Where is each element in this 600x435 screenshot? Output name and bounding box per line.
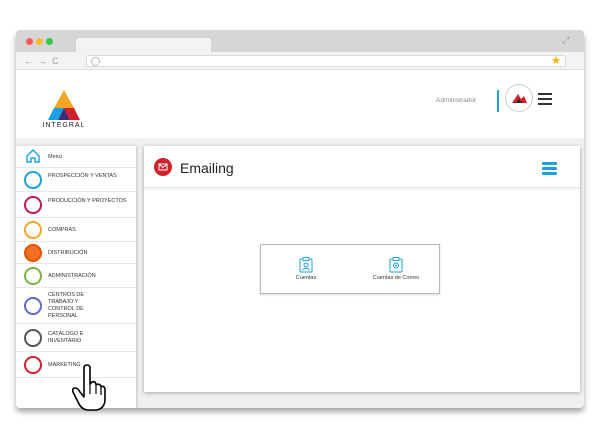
maximize-window-icon[interactable] <box>46 38 53 45</box>
production-icon <box>24 196 42 214</box>
mail-accounts-icon <box>389 257 403 273</box>
option-label: Cuentas de Correo <box>372 275 420 281</box>
prospecting-icon <box>24 171 42 189</box>
expand-icon[interactable]: ⤢ <box>562 35 572 45</box>
sidebar-item-label: CATÁLOGO E INVENTARIO <box>48 331 84 344</box>
home-icon <box>26 149 40 163</box>
forward-icon[interactable]: → <box>38 55 47 67</box>
mail-icon <box>154 158 172 176</box>
back-icon[interactable]: ← <box>24 55 33 67</box>
catalog-icon <box>24 329 42 347</box>
globe-icon <box>91 57 100 66</box>
star-icon[interactable]: ★ <box>551 55 561 67</box>
sidebar-item-distribucion[interactable]: DISTRIBUCIÓN <box>16 242 136 264</box>
marketing-icon <box>24 356 42 374</box>
reload-icon[interactable]: C <box>52 55 59 67</box>
sidebar-item-administracion[interactable]: ADMINISTRACIÓN <box>16 264 136 288</box>
main-header: Emailing <box>144 146 580 188</box>
sidebar-item-label: Menú <box>48 154 62 160</box>
sidebar-item-menu[interactable]: Menú <box>16 146 136 168</box>
header-menu-icon[interactable] <box>538 93 552 105</box>
browser-window: ⤢ ← → C ★ INTEGRAL Administrador Menú PR… <box>16 30 584 408</box>
sidebar-item-label: PROSPECCIÓN Y VENTAS <box>48 173 117 179</box>
app-header: INTEGRAL Administrador <box>16 70 584 138</box>
option-cuentas-correo[interactable]: Cuentas de Correo <box>356 257 436 281</box>
main-panel: Emailing Cuentas Cuentas de Correo <box>144 146 580 392</box>
sidebar-item-label: PRODUCCIÓN Y PROYECTOS <box>48 198 127 204</box>
sidebar-item-label: CENTROS DE TRABAJO Y CONTROL DE PERSONAL <box>48 292 85 319</box>
option-cuentas[interactable]: Cuentas <box>266 257 346 281</box>
distribution-icon <box>24 244 42 262</box>
close-window-icon[interactable] <box>26 38 33 45</box>
hand-pointer-icon <box>71 364 106 411</box>
sidebar-item-compras[interactable]: COMPRAS <box>16 218 136 242</box>
browser-titlebar: ⤢ <box>16 30 584 52</box>
header-divider <box>497 90 499 112</box>
options-panel: Cuentas Cuentas de Correo <box>260 244 440 294</box>
logo-text: INTEGRAL <box>42 122 86 129</box>
minimize-window-icon[interactable] <box>36 38 43 45</box>
sidebar-item-centros-trabajo[interactable]: CENTROS DE TRABAJO Y CONTROL DE PERSONAL <box>16 288 136 324</box>
url-bar[interactable]: ★ <box>86 55 566 67</box>
sidebar-item-prospeccion-ventas[interactable]: PROSPECCIÓN Y VENTAS <box>16 168 136 192</box>
logo-mark-icon <box>48 90 80 120</box>
user-label[interactable]: Administrador <box>436 97 476 104</box>
browser-tab[interactable] <box>76 38 211 52</box>
sidebar-item-produccion-proyectos[interactable]: PRODUCCIÓN Y PROYECTOS <box>16 192 136 218</box>
sidebar-item-label: DISTRIBUCIÓN <box>48 250 88 256</box>
integral-logo[interactable]: INTEGRAL <box>34 88 94 132</box>
accounts-icon <box>299 257 313 273</box>
sidebar-item-label: ADMINISTRACIÓN <box>48 273 96 279</box>
envelope-icon <box>158 163 168 171</box>
page-title: Emailing <box>180 160 234 176</box>
purchases-icon <box>24 221 42 239</box>
administration-icon <box>24 267 42 285</box>
avatar-logo-icon <box>512 94 527 103</box>
workcenters-icon <box>24 297 42 315</box>
sidebar-item-label: COMPRAS <box>48 227 76 233</box>
sidebar-item-catalogo-inventario[interactable]: CATÁLOGO E INVENTARIO <box>16 324 136 352</box>
avatar[interactable] <box>505 84 533 112</box>
option-label: Cuentas <box>295 275 317 281</box>
main-menu-icon[interactable] <box>542 162 557 175</box>
browser-toolbar: ← → C ★ <box>16 52 584 70</box>
